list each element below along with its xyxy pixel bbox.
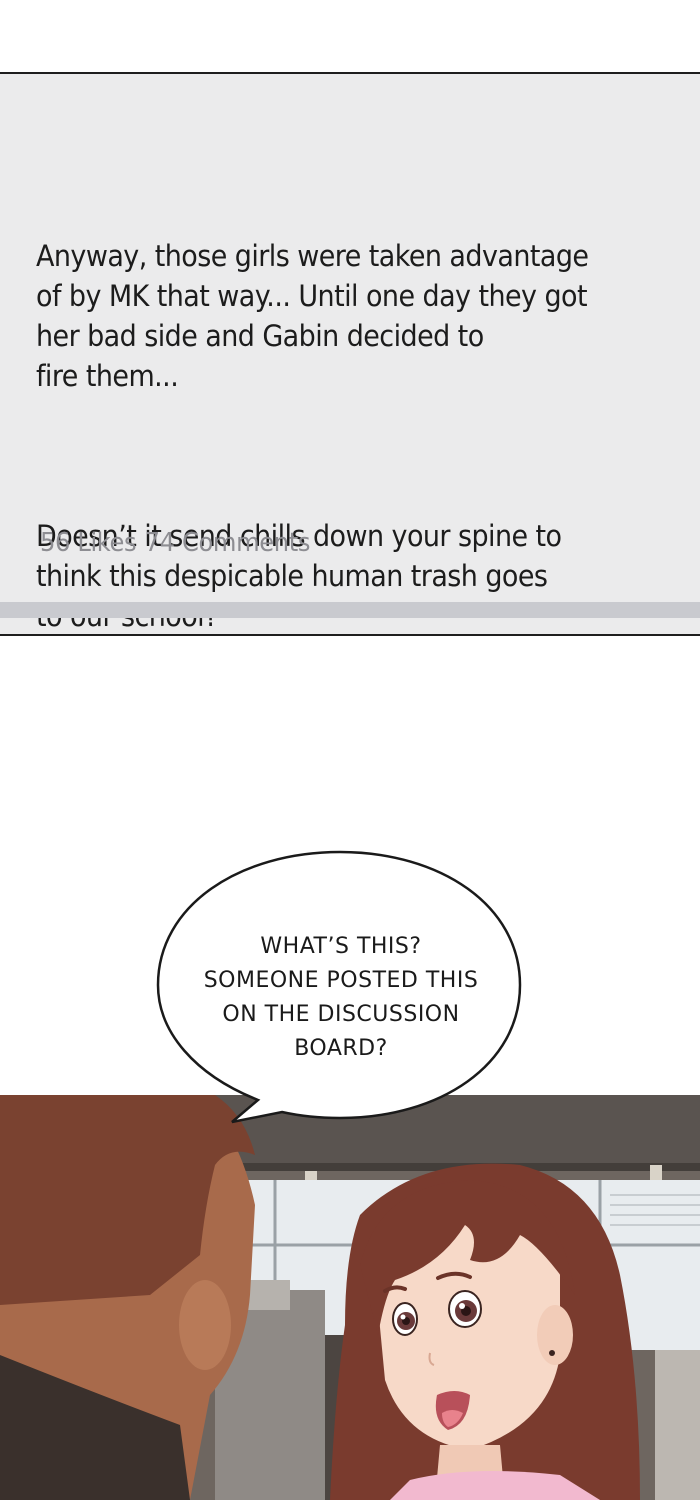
forum-post-panel: Anyway, those girls were taken advantage… xyxy=(0,72,700,636)
post-paragraph-1: Anyway, those girls were taken advantage… xyxy=(36,239,589,393)
scene-artwork xyxy=(0,1095,700,1500)
comic-scene-illustration xyxy=(0,1095,700,1500)
post-stats: 56 Likes 74 Comments xyxy=(40,528,310,558)
bubble-line-4: BOARD? xyxy=(294,1036,388,1061)
bubble-line-3: ON THE DISCUSSION xyxy=(222,1002,460,1027)
speech-bubble-text: WHAT’S THIS? SOMEONE POSTED THIS ON THE … xyxy=(180,930,502,1066)
post-body: Anyway, those girls were taken advantage… xyxy=(36,156,631,756)
post-divider xyxy=(0,602,700,618)
comments-count[interactable]: 74 Comments xyxy=(145,528,311,558)
bubble-line-1: WHAT’S THIS? xyxy=(260,934,422,959)
bubble-line-2: SOMEONE POSTED THIS xyxy=(203,968,479,993)
likes-count[interactable]: 56 Likes xyxy=(40,528,137,558)
